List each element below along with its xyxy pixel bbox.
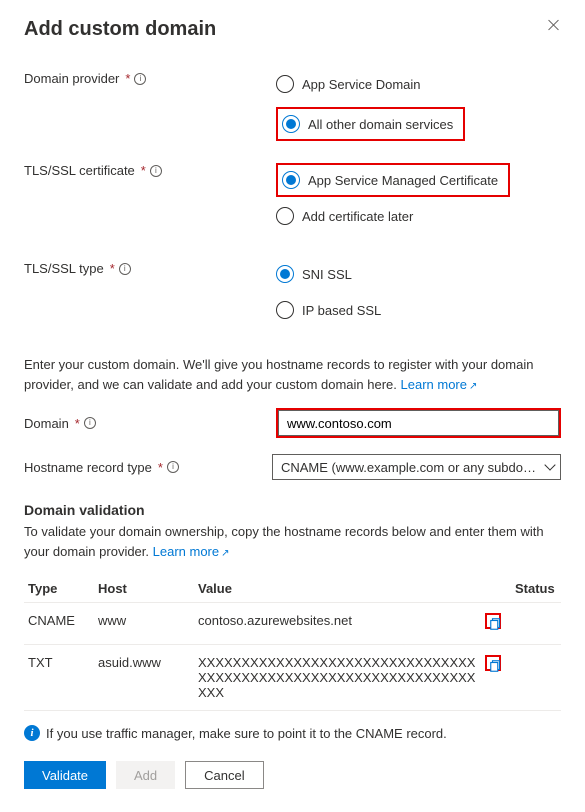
radio-icon [282,115,300,133]
close-icon[interactable] [547,18,561,32]
radio-app-service-domain[interactable]: App Service Domain [276,71,561,97]
info-note-text: If you use traffic manager, make sure to… [46,726,447,741]
learn-more-link[interactable]: Learn more↗ [401,377,478,392]
info-icon[interactable]: i [119,263,131,275]
domain-label: Domain [24,416,69,431]
tls-type-label: TLS/SSL type [24,261,104,276]
info-icon[interactable]: i [84,417,96,429]
validation-intro-text: To validate your domain ownership, copy … [24,522,561,561]
info-icon: i [24,725,40,741]
radio-icon [276,207,294,225]
copy-icon[interactable] [485,613,501,629]
col-status: Status [511,575,561,603]
learn-more-link[interactable]: Learn more↗ [153,544,230,559]
validation-value: contoso.azurewebsites.net [194,603,481,645]
radio-managed-certificate[interactable]: App Service Managed Certificate [282,167,504,193]
col-type: Type [24,575,94,603]
dropdown-selected: CNAME (www.example.com or any subdo… [281,460,536,475]
validation-host: www [94,603,194,645]
col-value: Value [194,575,481,603]
cancel-button[interactable]: Cancel [185,761,263,789]
domain-intro-text: Enter your custom domain. We'll give you… [24,355,561,394]
page-title: Add custom domain [24,18,561,41]
validate-button[interactable]: Validate [24,761,106,789]
radio-label: App Service Domain [302,77,421,92]
external-link-icon: ↗ [469,379,477,394]
radio-icon [276,265,294,283]
col-copy [481,575,511,603]
radio-label: App Service Managed Certificate [308,173,498,188]
radio-label: All other domain services [308,117,453,132]
radio-label: Add certificate later [302,209,413,224]
required-asterisk: * [75,416,80,431]
radio-icon [276,75,294,93]
validation-type: CNAME [24,603,94,645]
info-icon[interactable]: i [167,461,179,473]
table-row: CNAME www contoso.azurewebsites.net [24,603,561,645]
radio-label: IP based SSL [302,303,381,318]
required-asterisk: * [158,460,163,475]
radio-ip-based-ssl[interactable]: IP based SSL [276,297,561,323]
required-asterisk: * [110,261,115,276]
radio-all-other-domain-services[interactable]: All other domain services [282,111,459,137]
hostname-record-type-label: Hostname record type [24,460,152,475]
add-button: Add [116,761,175,789]
table-row: TXT asuid.www XXXXXXXXXXXXXXXXXXXXXXXXXX… [24,645,561,711]
validation-type: TXT [24,645,94,711]
validation-host: asuid.www [94,645,194,711]
validation-table: Type Host Value Status CNAME www contoso… [24,575,561,711]
validation-value: XXXXXXXXXXXXXXXXXXXXXXXXXXXXXXXXXXXXXXXX… [194,645,481,711]
info-note: i If you use traffic manager, make sure … [24,725,561,741]
external-link-icon: ↗ [221,546,229,561]
copy-icon[interactable] [485,655,501,671]
radio-add-certificate-later[interactable]: Add certificate later [276,203,561,229]
radio-label: SNI SSL [302,267,352,282]
info-icon[interactable]: i [134,73,146,85]
required-asterisk: * [141,163,146,178]
radio-icon [276,301,294,319]
col-host: Host [94,575,194,603]
radio-icon [282,171,300,189]
domain-input[interactable] [278,410,559,436]
tls-cert-label: TLS/SSL certificate [24,163,135,178]
hostname-record-type-dropdown[interactable]: CNAME (www.example.com or any subdo… [272,454,561,480]
domain-validation-heading: Domain validation [24,502,561,518]
domain-provider-label: Domain provider [24,71,119,86]
radio-sni-ssl[interactable]: SNI SSL [276,261,561,287]
required-asterisk: * [125,71,130,86]
info-icon[interactable]: i [150,165,162,177]
